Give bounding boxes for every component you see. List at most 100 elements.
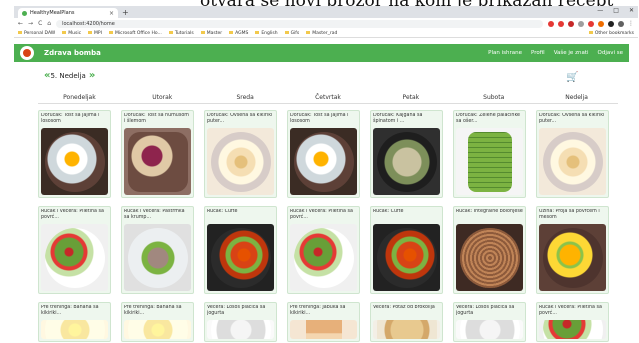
meal-card[interactable]: Ručak i večera: Piletina sa povrć... bbox=[38, 206, 111, 294]
cart-icon[interactable]: 🛒 bbox=[566, 72, 578, 83]
extension-icon[interactable] bbox=[558, 20, 564, 27]
url-input[interactable]: localhost:4200/home bbox=[56, 19, 543, 28]
forward-icon[interactable]: → bbox=[28, 20, 33, 27]
brand-name[interactable]: Zdrava bomba bbox=[44, 49, 101, 57]
meal-image[interactable] bbox=[207, 128, 274, 195]
app-navbar: Zdrava bomba Plan ishrane Profil Vaše je… bbox=[14, 44, 629, 62]
meal-card[interactable]: Doručak: Zelene palačinke sa ošer... bbox=[453, 110, 526, 198]
browser-tab[interactable]: HealthyMealPlans × bbox=[18, 8, 118, 18]
meal-title: Ručak: Ćufte bbox=[207, 209, 238, 214]
tab-close-icon[interactable]: × bbox=[109, 10, 114, 17]
extension-icon[interactable] bbox=[548, 20, 554, 27]
bookmark-item[interactable]: Tutorials bbox=[169, 31, 194, 36]
food-photo bbox=[459, 320, 520, 339]
extension-icon[interactable] bbox=[568, 20, 574, 27]
bookmark-item[interactable]: Personal DAW bbox=[18, 31, 55, 36]
meal-title: Doručak: Zelene palačinke sa ošer... bbox=[456, 113, 520, 124]
close-window-button[interactable]: ✕ bbox=[629, 7, 634, 14]
bookmark-item[interactable]: Music bbox=[62, 31, 81, 36]
meal-card[interactable]: Pre treninga: Jabuka sa kikiriki... bbox=[287, 302, 360, 342]
meal-image[interactable] bbox=[456, 320, 523, 339]
meal-title: Pre treninga: Banana sa kikiriki... bbox=[41, 305, 99, 316]
day-friday: Petak bbox=[402, 94, 420, 101]
meal-title: Ručak: Integralne bolonjese bbox=[456, 209, 523, 214]
meal-card[interactable]: Užina: Proja sa povrćem i mesom bbox=[536, 206, 609, 294]
meal-card[interactable]: Doručak: Tost sa humusom i šlemom bbox=[121, 110, 194, 198]
bookmark-item[interactable]: MPI bbox=[88, 31, 102, 36]
logo-icon[interactable] bbox=[20, 46, 34, 60]
meal-image[interactable] bbox=[539, 128, 606, 195]
meal-image[interactable] bbox=[290, 320, 357, 339]
meal-image[interactable] bbox=[124, 320, 191, 339]
nav-good-to-know[interactable]: Vaše je znati bbox=[554, 50, 589, 56]
meal-card[interactable]: Večera: Losos plačica sa jogurta bbox=[204, 302, 277, 342]
bookmark-item[interactable]: Microsoft Office Ho... bbox=[109, 31, 162, 36]
browser-tabbar: HealthyMealPlans × + — □ ✕ bbox=[14, 6, 638, 18]
meal-card[interactable]: Pre treninga: Banana sa kikiriki... bbox=[38, 302, 111, 342]
home-icon[interactable]: ⌂ bbox=[47, 20, 51, 27]
minimize-button[interactable]: — bbox=[597, 7, 603, 14]
meal-image[interactable] bbox=[41, 320, 108, 339]
avatar[interactable] bbox=[618, 20, 624, 27]
meal-title: Doručak: Tost sa humusom i šlemom bbox=[124, 113, 189, 124]
meal-image[interactable] bbox=[373, 128, 440, 195]
other-bookmarks[interactable]: Other bookmarks bbox=[589, 31, 634, 36]
meal-card[interactable]: Ručak i večera: Pastrmka sa krump... bbox=[121, 206, 194, 294]
maximize-button[interactable]: □ bbox=[613, 7, 619, 14]
bookmarks-bar: Personal DAW Music MPI Microsoft Office … bbox=[14, 29, 638, 38]
new-tab-button[interactable]: + bbox=[122, 8, 129, 17]
meal-card[interactable]: Večera: Losos plačica sa jogurta bbox=[453, 302, 526, 342]
food-photo bbox=[542, 320, 603, 339]
next-week-icon[interactable]: » bbox=[89, 70, 96, 81]
meal-card[interactable]: Ručak i večera: Piletina sa povrć... bbox=[536, 302, 609, 342]
meal-image[interactable] bbox=[207, 224, 274, 291]
bookmark-item[interactable]: Master bbox=[201, 31, 222, 36]
day-thursday: Četvrtak bbox=[315, 94, 341, 101]
meal-image[interactable] bbox=[373, 320, 440, 339]
prev-week-icon[interactable]: « bbox=[44, 70, 51, 81]
bookmark-item[interactable]: AGMS bbox=[229, 31, 248, 36]
meal-image[interactable] bbox=[373, 224, 440, 291]
meal-title: Pre treninga: Jabuka sa kikiriki... bbox=[290, 305, 346, 316]
meal-image[interactable] bbox=[456, 128, 523, 195]
meal-card[interactable]: Doručak: Tost sa jajima i lososom bbox=[38, 110, 111, 198]
meal-card[interactable]: Pre treninga: Banana sa kikiriki... bbox=[121, 302, 194, 342]
meal-card[interactable]: Doručak: Tost sa jajima i lososom bbox=[287, 110, 360, 198]
back-icon[interactable]: ← bbox=[18, 20, 23, 27]
meal-image[interactable] bbox=[207, 320, 274, 339]
extension-icon[interactable] bbox=[598, 20, 604, 27]
reload-icon[interactable]: C bbox=[38, 20, 42, 27]
puzzle-icon[interactable] bbox=[608, 20, 614, 27]
meal-image[interactable] bbox=[290, 128, 357, 195]
tab-title: HealthyMealPlans bbox=[30, 10, 75, 16]
meal-image[interactable] bbox=[41, 224, 108, 291]
extension-icon[interactable] bbox=[578, 20, 584, 27]
day-headers: Ponedeljak Utorak Sreda Četvrtak Petak S… bbox=[38, 94, 618, 101]
meal-image[interactable] bbox=[539, 224, 606, 291]
meal-card[interactable]: Ručak: Integralne bolonjese bbox=[453, 206, 526, 294]
meal-card[interactable]: Ručak: Ćufte bbox=[370, 206, 443, 294]
meal-title: Ručak i večera: Piletina sa povrć... bbox=[41, 209, 104, 220]
meal-card[interactable]: Ručak: Ćufte bbox=[204, 206, 277, 294]
meal-image[interactable] bbox=[539, 320, 606, 339]
extension-icon[interactable] bbox=[588, 20, 594, 27]
meal-image[interactable] bbox=[290, 224, 357, 291]
bookmark-item[interactable]: Master_rad bbox=[306, 31, 337, 36]
meal-image[interactable] bbox=[456, 224, 523, 291]
meal-card[interactable]: Večera: Potaž od brokolija bbox=[370, 302, 443, 342]
nav-profile[interactable]: Profil bbox=[531, 50, 545, 56]
bookmark-item[interactable]: Gifs bbox=[285, 31, 300, 36]
meal-card[interactable]: Doručak: Ovsena sa kikiriki puter... bbox=[204, 110, 277, 198]
meal-card[interactable]: Ručak i večera: Piletina sa povrć... bbox=[287, 206, 360, 294]
food-photo bbox=[293, 131, 354, 192]
nav-logout[interactable]: Odjavi se bbox=[598, 50, 624, 56]
meal-image[interactable] bbox=[124, 128, 191, 195]
meal-card[interactable]: Doručak: Kajgana sa špinatom i ... bbox=[370, 110, 443, 198]
day-tuesday: Utorak bbox=[152, 94, 173, 101]
meal-image[interactable] bbox=[124, 224, 191, 291]
kebab-menu-icon[interactable]: ⋮ bbox=[628, 20, 634, 27]
bookmark-item[interactable]: English bbox=[255, 31, 277, 36]
meal-image[interactable] bbox=[41, 128, 108, 195]
meal-card[interactable]: Doručak: Ovsena sa kikiriki puter... bbox=[536, 110, 609, 198]
nav-meal-plan[interactable]: Plan ishrane bbox=[488, 50, 522, 56]
